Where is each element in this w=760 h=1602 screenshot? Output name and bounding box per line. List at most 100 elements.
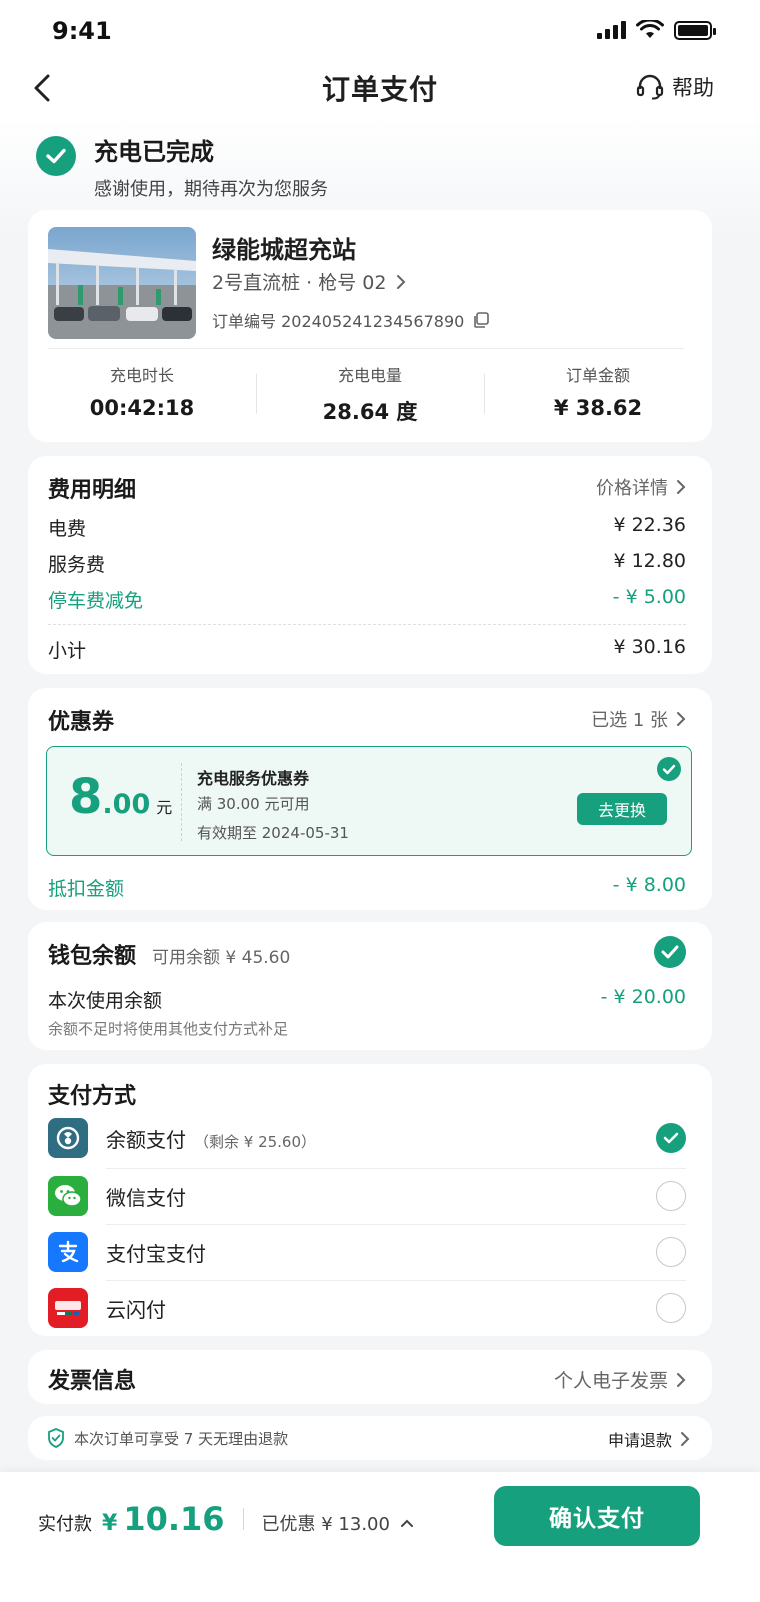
order-number-text: 订单编号 202405241234567890 (212, 312, 465, 331)
discount-summary: 已优惠 ¥ 13.00 (261, 1514, 390, 1535)
stat-value: 28.64 度 (322, 400, 418, 424)
fee-label: 停车费减免 (48, 590, 144, 612)
coupon-unit: 元 (156, 798, 173, 817)
completion-subtitle: 感谢使用，期待再次为您服务 (94, 179, 328, 200)
invoice-card[interactable]: 发票信息 个人电子发票 (28, 1350, 712, 1404)
coupon-condition: 满 30.00 元可用 (197, 795, 310, 813)
wallet-title: 钱包余额 (48, 944, 137, 969)
status-time: 9:41 (52, 17, 112, 45)
wallet-icon (48, 1118, 88, 1158)
refund-card: 本次订单可享受 7 天无理由退款 申请退款 (28, 1416, 712, 1460)
headset-icon (636, 74, 664, 100)
refund-text: 本次订单可享受 7 天无理由退款 (74, 1429, 289, 1448)
apply-refund-link[interactable]: 申请退款 (608, 1427, 690, 1451)
wallet-use-label: 本次使用余额 (48, 990, 163, 1012)
payment-name: 支付宝支付 (106, 1241, 206, 1266)
completion-title: 充电已完成 (94, 138, 214, 166)
change-coupon-button[interactable]: 去更换 (577, 793, 667, 825)
payment-option-balance[interactable]: 余额支付 （剩余 ¥ 25.60） (48, 1110, 686, 1166)
check-circle-icon (657, 757, 681, 781)
chevron-right-icon (677, 480, 686, 494)
wifi-icon (636, 20, 664, 38)
wallet-toggle-check[interactable] (654, 936, 686, 968)
price-details-link[interactable]: 价格详情 (596, 474, 686, 500)
stat-duration: 充电时长 00:42:18 (28, 362, 256, 426)
wallet-available: 可用余额 ¥ 45.60 (152, 948, 291, 968)
wallet-note: 余额不足时将使用其他支付方式补足 (48, 1020, 289, 1038)
unionpay-icon (48, 1288, 88, 1328)
invoice-title: 发票信息 (48, 1369, 137, 1394)
coupon-name: 充电服务优惠券 (197, 769, 310, 788)
chevron-right-icon (677, 712, 686, 726)
pay-total-value: 10.16 (123, 1500, 225, 1538)
discount-summary-toggle[interactable]: 已优惠 ¥ 13.00 (262, 1510, 414, 1536)
station-photo (48, 227, 196, 339)
station-name: 绿能城超充站 (212, 236, 356, 264)
charging-stats: 充电时长 00:42:18 充电电量 28.64 度 订单金额 ¥ 38.62 (28, 362, 712, 426)
chevron-up-icon (400, 1519, 413, 1527)
payment-summary: 实付款 ¥ 10.16 已优惠 ¥ 13.00 (38, 1500, 414, 1538)
deduction-label: 抵扣金额 (48, 878, 125, 900)
radio-unselected[interactable] (656, 1237, 686, 1267)
nav-bar: 订单支付 帮助 (0, 58, 760, 118)
pay-total-currency: ¥ (102, 1511, 118, 1536)
coupon-divider (181, 763, 182, 841)
radio-selected[interactable] (656, 1123, 686, 1153)
invoice-type-link[interactable]: 个人电子发票 (554, 1366, 686, 1393)
wallet-use-row: 本次使用余额 - ¥ 20.00 (48, 986, 686, 1013)
price-details-label: 价格详情 (596, 478, 668, 499)
coupon-card: 优惠券 已选 1 张 8 .00 元 充电服务优惠券 满 30.00 元可用 有… (28, 688, 712, 910)
chevron-right-icon (681, 1432, 690, 1446)
chevron-right-icon (677, 1372, 686, 1387)
wallet-use-value: - ¥ 20.00 (600, 986, 686, 1008)
payment-option-unionpay[interactable]: 云闪付 (48, 1280, 686, 1336)
stat-label: 订单金额 (565, 366, 630, 385)
stat-label: 充电电量 (337, 366, 402, 385)
stat-value: 00:42:18 (89, 396, 195, 420)
fee-value: ¥ 12.80 (613, 550, 686, 572)
fee-row-electricity: 电费 ¥ 22.36 (48, 514, 686, 541)
coupon-select-link[interactable]: 已选 1 张 (591, 706, 686, 732)
battery-icon (674, 20, 716, 40)
fee-row-service: 服务费 ¥ 12.80 (48, 550, 686, 577)
coupon-amount-int: 8 (69, 769, 103, 825)
payment-title: 支付方式 (48, 1084, 137, 1109)
payment-option-alipay[interactable]: 支付宝支付 (48, 1224, 686, 1280)
copy-icon[interactable] (472, 311, 490, 329)
stat-label: 充电时长 (109, 366, 174, 385)
payment-name: 余额支付 (106, 1127, 186, 1152)
subtotal-value: ¥ 30.16 (613, 636, 686, 658)
divider (48, 348, 684, 349)
payment-note: （剩余 ¥ 25.60） (194, 1132, 317, 1151)
stat-value: ¥ 38.62 (553, 396, 643, 420)
wechat-icon (48, 1176, 88, 1216)
payment-methods-card: 支付方式 余额支付 （剩余 ¥ 25.60） 微信支付 支付宝支付 云闪付 (28, 1064, 712, 1336)
payment-label: 余额支付 （剩余 ¥ 25.60） (106, 1124, 316, 1153)
subtotal-label: 小计 (48, 640, 87, 662)
stat-energy: 充电电量 28.64 度 (256, 362, 484, 426)
help-button[interactable]: 帮助 (636, 72, 714, 102)
station-pile-link[interactable]: 2号直流桩 · 枪号 02 (212, 268, 406, 295)
order-number: 订单编号 202405241234567890 (212, 308, 490, 332)
invoice-type: 个人电子发票 (553, 1370, 668, 1392)
coupon-ticket[interactable]: 8 .00 元 充电服务优惠券 满 30.00 元可用 有效期至 2024-05… (46, 746, 692, 856)
divider (48, 624, 686, 625)
check-icon (661, 945, 679, 959)
fee-details-title: 费用明细 (48, 478, 137, 503)
fee-label: 电费 (48, 518, 87, 540)
fee-label: 服务费 (48, 554, 106, 576)
payment-option-wechat[interactable]: 微信支付 (48, 1168, 686, 1224)
coupon-amount-dec: .00 (102, 789, 151, 820)
fee-value: - ¥ 5.00 (612, 586, 686, 608)
fee-value: ¥ 22.36 (613, 514, 686, 536)
confirm-payment-button[interactable]: 确认支付 (494, 1486, 700, 1546)
divider (242, 1508, 244, 1530)
status-bar: 9:41 (0, 0, 760, 58)
radio-unselected[interactable] (656, 1293, 686, 1323)
radio-unselected[interactable] (656, 1181, 686, 1211)
wallet-card: 钱包余额 可用余额 ¥ 45.60 本次使用余额 - ¥ 20.00 余额不足时… (28, 922, 712, 1050)
status-icons (597, 20, 716, 40)
fee-row-parking-discount: 停车费减免 - ¥ 5.00 (48, 586, 686, 613)
coupon-deduction-row: 抵扣金额 - ¥ 8.00 (48, 874, 686, 901)
fee-row-subtotal: 小计 ¥ 30.16 (48, 636, 686, 663)
